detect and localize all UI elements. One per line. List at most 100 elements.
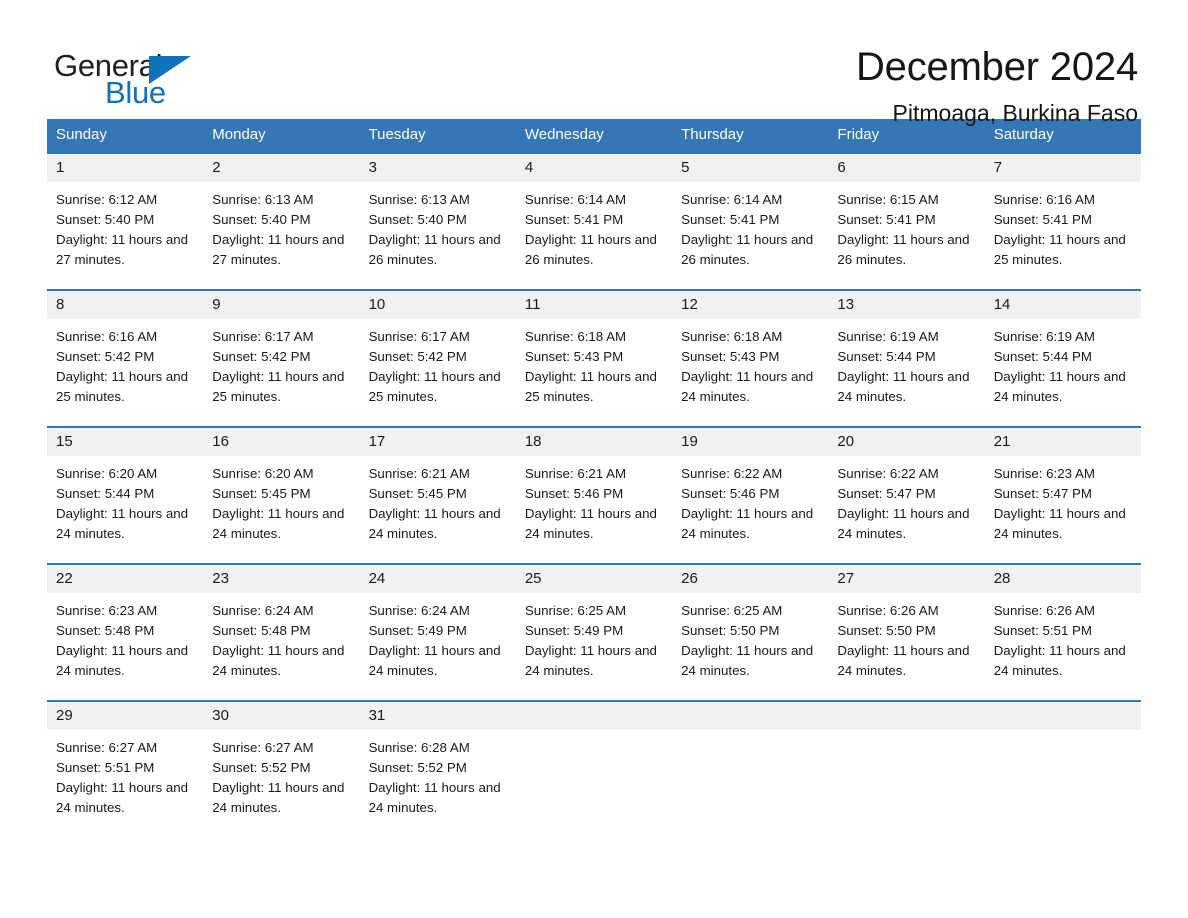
sunrise-text: Sunrise: 6:18 AM [681,329,783,344]
daylight-text: Daylight: 11 hours and 24 minutes. [212,506,345,541]
day-number[interactable]: 12 [672,291,828,319]
day-number[interactable]: 3 [360,154,516,182]
sunrise-text: Sunrise: 6:13 AM [368,192,470,207]
logo-text-blue: Blue [105,75,166,110]
daylight-text: Daylight: 11 hours and 24 minutes. [56,780,189,815]
day-number[interactable]: 28 [985,565,1141,593]
day-number[interactable]: 21 [985,428,1141,456]
day-number[interactable]: 10 [360,291,516,319]
day-cell: Sunrise: 6:27 AM Sunset: 5:52 PM Dayligh… [203,730,359,830]
daylight-text: Daylight: 11 hours and 24 minutes. [56,643,189,678]
day-number[interactable]: 9 [203,291,359,319]
sunrise-text: Sunrise: 6:17 AM [368,329,470,344]
weekday-header-saturday: Saturday [993,126,1054,143]
sunset-text: Sunset: 5:45 PM [368,486,467,501]
day-number[interactable]: 19 [672,428,828,456]
sunset-text: Sunset: 5:51 PM [993,623,1092,638]
sunset-text: Sunset: 5:49 PM [368,623,467,638]
day-number[interactable]: 6 [828,154,984,182]
day-cell: Sunrise: 6:25 AM Sunset: 5:49 PM Dayligh… [516,593,672,700]
sunset-text: Sunset: 5:50 PM [837,623,936,638]
sunrise-text: Sunrise: 6:16 AM [56,329,158,344]
daylight-text: Daylight: 11 hours and 25 minutes. [56,369,189,404]
day-number[interactable]: 8 [47,291,203,319]
daylight-text: Daylight: 11 hours and 24 minutes. [681,506,814,541]
day-cell: Sunrise: 6:14 AM Sunset: 5:41 PM Dayligh… [672,182,828,289]
day-number[interactable]: 16 [203,428,359,456]
day-number[interactable]: 31 [360,702,516,730]
day-cell: Sunrise: 6:18 AM Sunset: 5:43 PM Dayligh… [516,319,672,426]
day-number[interactable]: 4 [516,154,672,182]
sunrise-text: Sunrise: 6:24 AM [368,603,470,618]
sunset-text: Sunset: 5:43 PM [681,349,780,364]
week-day-numbers: 29 30 31 [47,702,1141,730]
day-number[interactable]: 22 [47,565,203,593]
day-number[interactable]: 2 [203,154,359,182]
daylight-text: Daylight: 11 hours and 26 minutes. [368,232,501,267]
week-day-numbers: 22 23 24 25 26 27 28 [47,565,1141,593]
sunrise-text: Sunrise: 6:14 AM [681,192,783,207]
page-header: General Blue December 2024 Pitmoaga, Bur… [47,0,1141,126]
day-cell: Sunrise: 6:22 AM Sunset: 5:47 PM Dayligh… [828,456,984,563]
day-cell: Sunrise: 6:21 AM Sunset: 5:45 PM Dayligh… [360,456,516,563]
daylight-text: Daylight: 11 hours and 24 minutes. [524,643,657,678]
day-number[interactable]: 25 [516,565,672,593]
day-number[interactable]: 14 [985,291,1141,319]
sunset-text: Sunset: 5:48 PM [212,623,311,638]
day-number[interactable]: 13 [828,291,984,319]
day-number-empty [672,702,828,730]
day-number[interactable]: 23 [203,565,359,593]
sunset-text: Sunset: 5:49 PM [524,623,624,638]
daylight-text: Daylight: 11 hours and 24 minutes. [681,643,814,678]
sunrise-text: Sunrise: 6:25 AM [524,603,627,618]
sunrise-text: Sunrise: 6:21 AM [524,466,627,481]
calendar-page: General Blue December 2024 Pitmoaga, Bur… [0,0,1188,918]
calendar-week-row: 29 30 31 Sunrise: 6:27 AM Sunset: 5:51 P… [47,700,1141,830]
calendar-week-row: 15 16 17 18 19 20 21 Sunrise: 6:20 AM Su… [47,426,1141,563]
day-cell: Sunrise: 6:16 AM Sunset: 5:41 PM Dayligh… [985,182,1141,289]
day-number[interactable]: 20 [828,428,984,456]
calendar-week-row: 8 9 10 11 12 13 14 Sunrise: 6:16 AM Suns… [47,289,1141,426]
weekday-header-row: Sunday Monday Tuesday Wednesday Thursday… [47,119,1141,152]
day-number[interactable]: 15 [47,428,203,456]
day-number[interactable]: 29 [47,702,203,730]
weekday-header-thursday: Thursday [681,126,744,143]
day-cell-empty [516,730,672,830]
day-number[interactable]: 7 [985,154,1141,182]
sunset-text: Sunset: 5:42 PM [212,349,311,364]
calendar-week-row: 22 23 24 25 26 27 28 Sunrise: 6:23 AM Su… [47,563,1141,700]
daylight-text: Daylight: 11 hours and 24 minutes. [212,643,345,678]
day-cell: Sunrise: 6:12 AM Sunset: 5:40 PM Dayligh… [47,182,203,289]
day-number[interactable]: 27 [828,565,984,593]
weekday-header-monday: Monday [212,126,266,143]
day-number[interactable]: 1 [47,154,203,182]
day-number[interactable]: 5 [672,154,828,182]
day-number[interactable]: 30 [203,702,359,730]
week-day-numbers: 8 9 10 11 12 13 14 [47,291,1141,319]
sunset-text: Sunset: 5:42 PM [368,349,467,364]
sunrise-text: Sunrise: 6:20 AM [56,466,158,481]
day-number[interactable]: 11 [516,291,672,319]
daylight-text: Daylight: 11 hours and 25 minutes. [368,369,501,404]
sunset-text: Sunset: 5:48 PM [56,623,155,638]
general-blue-logo[interactable]: General Blue [47,44,197,118]
sunset-text: Sunset: 5:45 PM [212,486,311,501]
sunrise-text: Sunrise: 6:26 AM [993,603,1095,618]
sunset-text: Sunset: 5:44 PM [993,349,1092,364]
sunset-text: Sunset: 5:41 PM [524,212,624,227]
sunrise-text: Sunrise: 6:26 AM [837,603,939,618]
day-number[interactable]: 26 [672,565,828,593]
day-number[interactable]: 17 [360,428,516,456]
daylight-text: Daylight: 11 hours and 25 minutes. [212,369,345,404]
sunset-text: Sunset: 5:41 PM [681,212,780,227]
sunrise-text: Sunrise: 6:12 AM [56,192,158,207]
day-cell-empty [985,730,1141,830]
week-day-details: Sunrise: 6:12 AM Sunset: 5:40 PM Dayligh… [47,182,1141,289]
day-number[interactable]: 24 [360,565,516,593]
sunrise-text: Sunrise: 6:14 AM [524,192,627,207]
daylight-text: Daylight: 11 hours and 24 minutes. [837,643,970,678]
day-number[interactable]: 18 [516,428,672,456]
day-cell: Sunrise: 6:24 AM Sunset: 5:49 PM Dayligh… [360,593,516,700]
sunset-text: Sunset: 5:46 PM [524,486,624,501]
daylight-text: Daylight: 11 hours and 24 minutes. [993,643,1126,678]
